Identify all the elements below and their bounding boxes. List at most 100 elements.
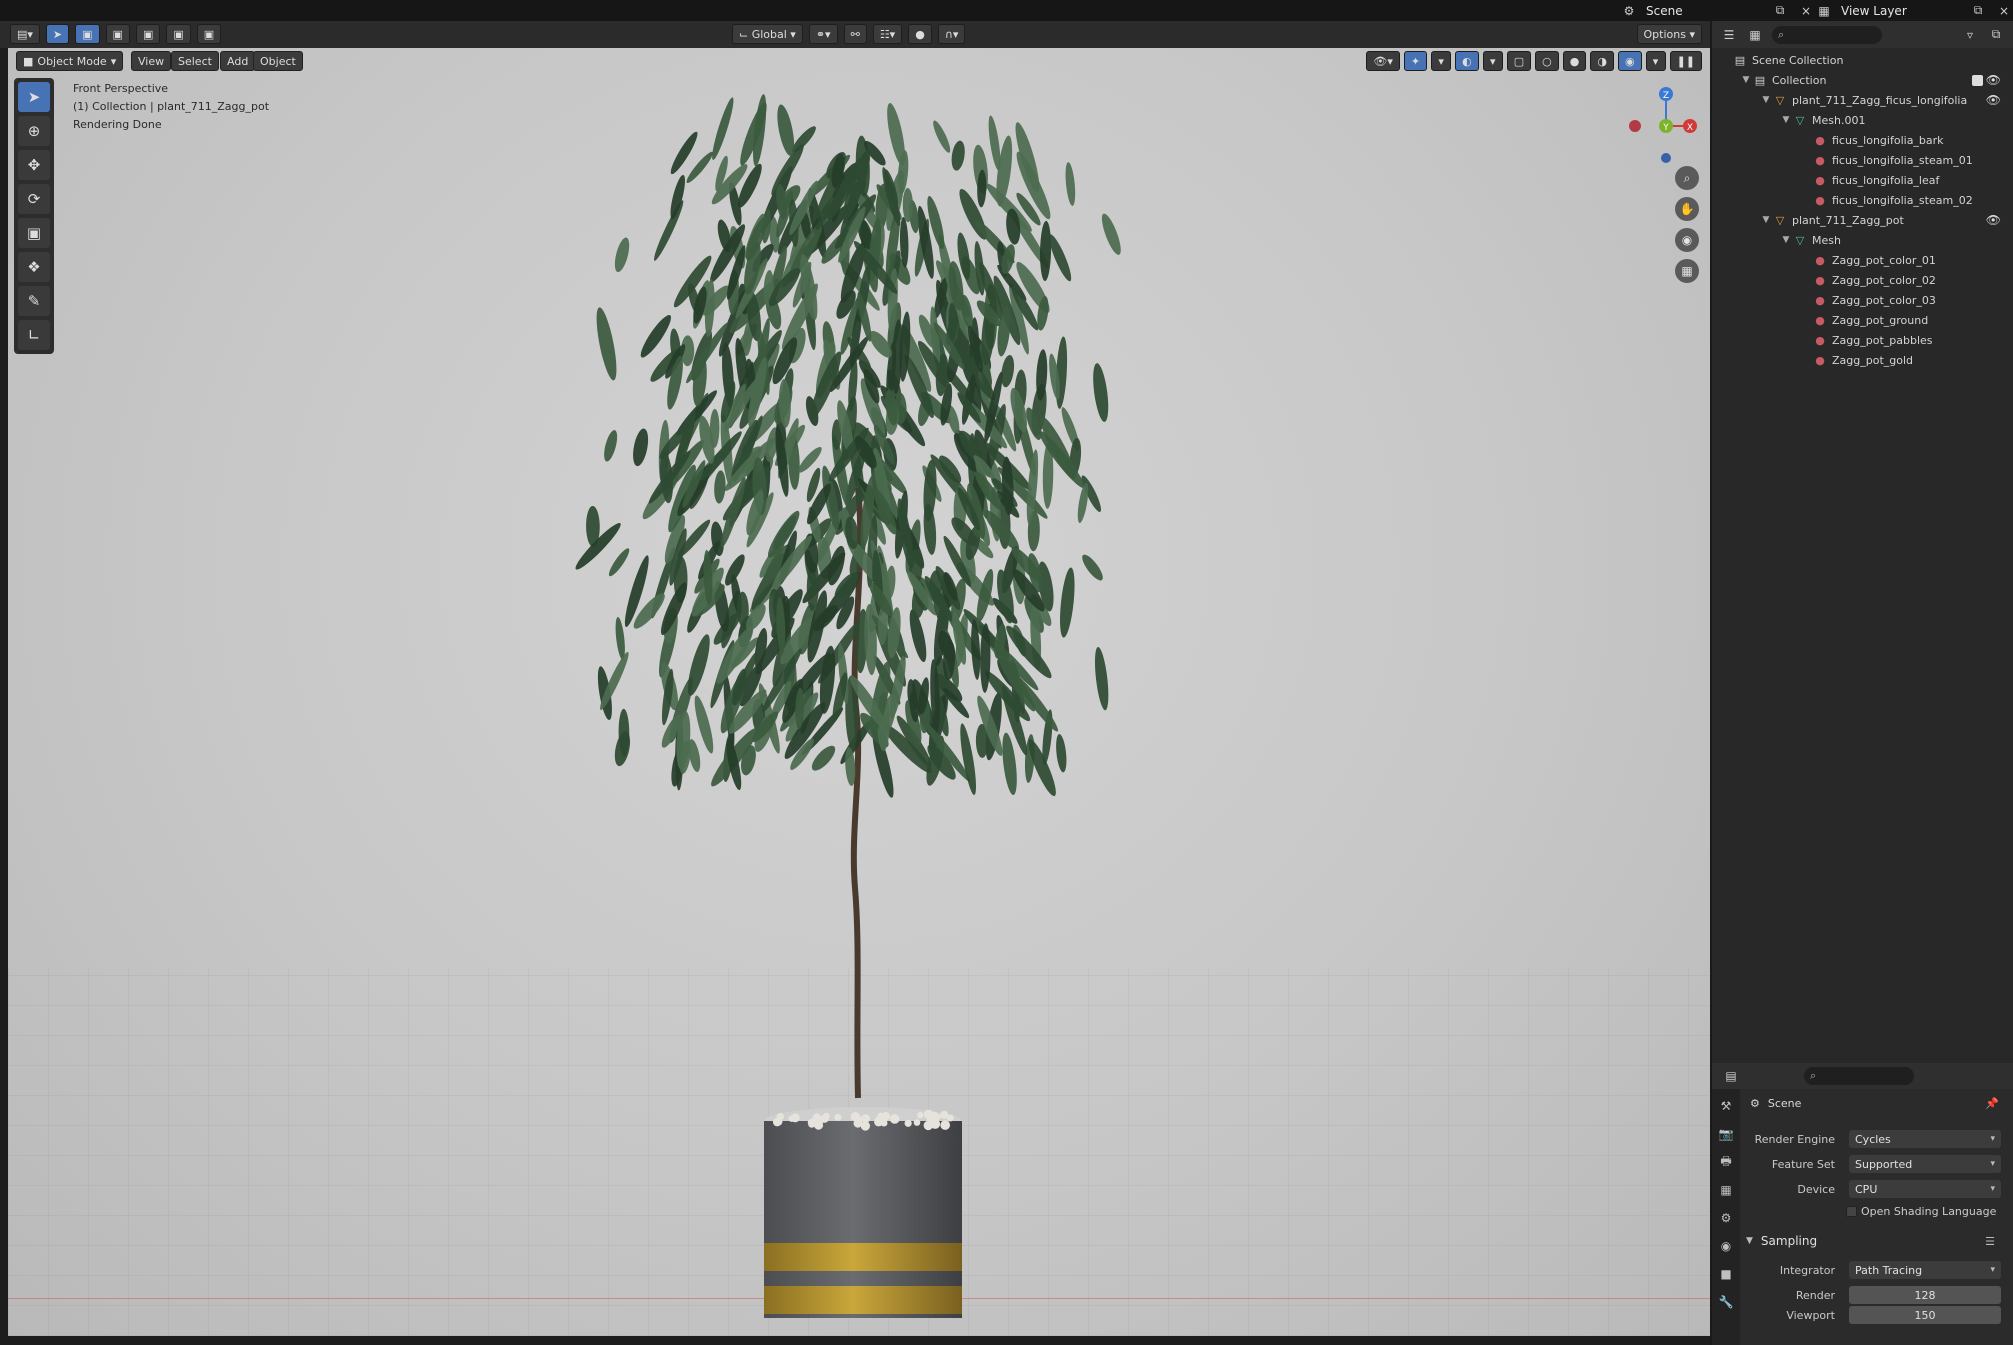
pan-hand-icon[interactable]: ✋ bbox=[1675, 197, 1699, 221]
falloff-icon[interactable]: ∩▾ bbox=[937, 24, 966, 44]
navigation-gizmo[interactable]: Z X Y bbox=[1618, 78, 1698, 168]
copy-icon[interactable]: ⧉ bbox=[1969, 2, 1987, 20]
outliner-row[interactable]: ▤ Scene Collection bbox=[1712, 50, 2013, 70]
select-mode-invert-icon[interactable]: ▣ bbox=[166, 24, 191, 44]
outliner-search-input[interactable]: ⌕ bbox=[1772, 25, 1882, 44]
camera-view-icon[interactable]: ◉ bbox=[1675, 228, 1699, 252]
wireframe-shading-icon[interactable]: ○ bbox=[1535, 51, 1559, 71]
expand-toggle-icon[interactable]: ▼ bbox=[1780, 115, 1792, 125]
viewport-samples-field[interactable]: 150 bbox=[1849, 1306, 2001, 1324]
gizmo-dropdown-icon[interactable]: ▾ bbox=[1431, 51, 1452, 71]
copy-icon[interactable]: ⧉ bbox=[1771, 2, 1789, 20]
filter-view-icon[interactable]: ▦ bbox=[1746, 26, 1764, 44]
close-icon[interactable]: × bbox=[1995, 2, 2013, 20]
proportional-edit-icon[interactable]: ● bbox=[908, 24, 932, 44]
object-mode-dropdown[interactable]: ■ Object Mode ▾ bbox=[16, 51, 124, 71]
visibility-eye-icon[interactable]: 👁 bbox=[1986, 213, 2001, 227]
modifier-tab-icon[interactable]: 🔧 bbox=[1717, 1293, 1735, 1311]
pin-icon[interactable]: 📌 bbox=[1985, 1097, 1999, 1110]
gizmo-neg-z-axis[interactable] bbox=[1661, 153, 1671, 163]
properties-search-input[interactable]: ⌕ bbox=[1804, 1067, 1914, 1085]
shading-dropdown-icon[interactable]: ▾ bbox=[1645, 51, 1666, 71]
outliner-row[interactable]: ● ficus_longifolia_bark bbox=[1712, 130, 2013, 150]
editor-type-button[interactable]: ▤▾ bbox=[10, 24, 40, 44]
select-box-tool-icon[interactable]: ➤ bbox=[18, 82, 50, 112]
outliner-row[interactable]: ● Zagg_pot_gold bbox=[1712, 350, 2013, 370]
expand-toggle-icon[interactable]: ▼ bbox=[1760, 215, 1772, 225]
select-tool-icon[interactable]: ➤ bbox=[45, 24, 70, 44]
transform-tool-icon[interactable]: ❖ bbox=[18, 252, 50, 282]
snap-icon[interactable]: ⚯ bbox=[843, 24, 867, 44]
render-tab-icon[interactable]: 📷 bbox=[1717, 1125, 1735, 1143]
cursor-tool-icon[interactable]: ⊕ bbox=[18, 116, 50, 146]
display-mode-icon[interactable]: ☰ bbox=[1720, 26, 1738, 44]
options-button[interactable]: Options ▾ bbox=[1636, 24, 1702, 44]
3d-viewport[interactable]: ■ Object Mode ▾ View Select Add Object 👁▾… bbox=[8, 48, 1710, 1336]
select-menu[interactable]: Select bbox=[171, 51, 219, 71]
scene-selector[interactable]: ⚙ Scene ⧉ × bbox=[1620, 1, 1815, 20]
solid-shading-icon[interactable]: ● bbox=[1562, 51, 1587, 71]
exclude-checkbox[interactable] bbox=[1972, 74, 1983, 86]
perspective-toggle-icon[interactable]: ▦ bbox=[1675, 259, 1699, 283]
expand-toggle-icon[interactable]: ▼ bbox=[1760, 95, 1772, 105]
material-shading-icon[interactable]: ◑ bbox=[1590, 51, 1614, 71]
pivot-point-icon[interactable]: ⚭▾ bbox=[808, 24, 838, 44]
view-layer-tab-icon[interactable]: ▦ bbox=[1717, 1181, 1735, 1199]
measure-tool-icon[interactable]: ∟ bbox=[18, 320, 50, 350]
render-engine-dropdown[interactable]: Cycles ▾ bbox=[1849, 1130, 2001, 1148]
gizmo-toggle-icon[interactable]: ✦ bbox=[1403, 51, 1428, 71]
rendered-shading-icon[interactable]: ◉ bbox=[1617, 51, 1642, 71]
annotate-tool-icon[interactable]: ✎ bbox=[18, 286, 50, 316]
select-mode-intersect-icon[interactable]: ▣ bbox=[196, 24, 222, 44]
outliner-row[interactable]: ▼ ▽ Mesh bbox=[1712, 230, 2013, 250]
overlays-dropdown-icon[interactable]: ▾ bbox=[1482, 51, 1503, 71]
osl-checkbox[interactable] bbox=[1846, 1205, 1857, 1217]
select-mode-extend-icon[interactable]: ▣ bbox=[105, 24, 130, 44]
outliner-row[interactable]: ● Zagg_pot_color_02 bbox=[1712, 270, 2013, 290]
move-tool-icon[interactable]: ✥ bbox=[18, 150, 50, 180]
render-samples-field[interactable]: 128 bbox=[1849, 1286, 2001, 1304]
outliner-row[interactable]: ▼ ▽ Mesh.001 bbox=[1712, 110, 2013, 130]
outliner-row[interactable]: ▼ ▤ Collection 👁 bbox=[1712, 70, 2013, 90]
object-tab-icon[interactable]: ■ bbox=[1717, 1265, 1735, 1283]
outliner-row[interactable]: ● ficus_longifolia_leaf bbox=[1712, 170, 2013, 190]
presets-list-icon[interactable]: ☰ bbox=[1985, 1235, 1995, 1248]
pause-render-icon[interactable]: ❚❚ bbox=[1669, 51, 1702, 71]
xray-icon[interactable]: ▢ bbox=[1506, 51, 1532, 71]
view-layer-selector[interactable]: ▦ View Layer ⧉ × bbox=[1815, 1, 2013, 20]
feature-set-dropdown[interactable]: Supported ▾ bbox=[1849, 1155, 2001, 1173]
scene-tab-icon[interactable]: ⚙ bbox=[1717, 1209, 1735, 1227]
outliner-row[interactable]: ▼ ▽ plant_711_Zagg_ficus_longifolia 👁 bbox=[1712, 90, 2013, 110]
tool-tab-icon[interactable]: ⚒ bbox=[1717, 1097, 1735, 1115]
view-menu[interactable]: View bbox=[131, 51, 172, 71]
outliner-row[interactable]: ● Zagg_pot_pabbles bbox=[1712, 330, 2013, 350]
outliner-row[interactable]: ● ficus_longifolia_steam_02 bbox=[1712, 190, 2013, 210]
transform-orientation-dropdown[interactable]: ⌙ Global ▾ bbox=[732, 24, 803, 44]
device-dropdown[interactable]: CPU ▾ bbox=[1849, 1180, 2001, 1198]
rotate-tool-icon[interactable]: ⟳ bbox=[18, 184, 50, 214]
zoom-icon[interactable]: ⌕ bbox=[1675, 166, 1699, 190]
add-menu[interactable]: Add bbox=[220, 51, 256, 71]
new-collection-icon[interactable]: ⧉ bbox=[1987, 26, 2005, 44]
outliner-row[interactable]: ● ficus_longifolia_steam_01 bbox=[1712, 150, 2013, 170]
visibility-icon[interactable]: 👁▾ bbox=[1366, 51, 1400, 71]
close-icon[interactable]: × bbox=[1797, 2, 1815, 20]
world-tab-icon[interactable]: ◉ bbox=[1717, 1237, 1735, 1255]
gizmo-neg-x-axis[interactable] bbox=[1629, 120, 1641, 132]
select-mode-new-icon[interactable]: ▣ bbox=[75, 24, 100, 44]
snap-target-icon[interactable]: ☷▾ bbox=[872, 24, 903, 44]
expand-toggle-icon[interactable]: ▼ bbox=[1780, 235, 1792, 245]
scale-tool-icon[interactable]: ▣ bbox=[18, 218, 50, 248]
select-mode-subtract-icon[interactable]: ▣ bbox=[135, 24, 161, 44]
outliner-row[interactable]: ● Zagg_pot_color_03 bbox=[1712, 290, 2013, 310]
properties-editor-icon[interactable]: ▤ bbox=[1722, 1067, 1740, 1085]
filter-icon[interactable]: ▿ bbox=[1961, 26, 1979, 44]
outliner-row[interactable]: ▼ ▽ plant_711_Zagg_pot 👁 bbox=[1712, 210, 2013, 230]
sampling-section-header[interactable]: ▼ Sampling ☰ bbox=[1742, 1231, 2005, 1251]
visibility-eye-icon[interactable]: 👁 bbox=[1986, 93, 2001, 107]
outliner-row[interactable]: ● Zagg_pot_ground bbox=[1712, 310, 2013, 330]
object-menu[interactable]: Object bbox=[253, 51, 303, 71]
integrator-dropdown[interactable]: Path Tracing ▾ bbox=[1849, 1261, 2001, 1279]
output-tab-icon[interactable]: 🖶 bbox=[1717, 1153, 1735, 1171]
visibility-eye-icon[interactable]: 👁 bbox=[1986, 73, 2001, 87]
